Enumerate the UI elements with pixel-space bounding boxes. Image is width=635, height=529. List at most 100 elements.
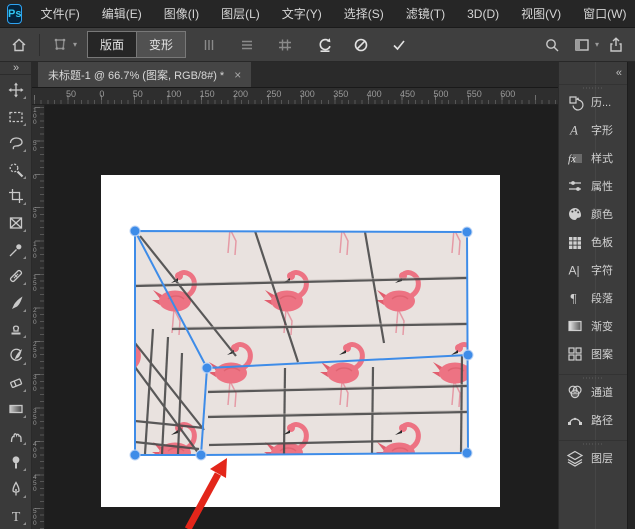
panel-button-gradients[interactable]: 渐变: [559, 312, 627, 340]
panel-button-history[interactable]: 历...: [559, 88, 627, 116]
chevron-down-icon[interactable]: ▾: [73, 40, 77, 49]
layers-icon: [566, 450, 584, 467]
workspace-button[interactable]: [569, 32, 595, 58]
smudge-icon: [10, 432, 22, 442]
svg-text:A: A: [569, 123, 578, 138]
character-icon: A|: [569, 264, 580, 278]
panel-button-paragraph[interactable]: ¶ 段落: [559, 284, 627, 312]
gradient-icon: [8, 404, 23, 414]
warp-control-point[interactable]: [461, 447, 473, 459]
panel-button-character[interactable]: A| 字符: [559, 256, 627, 284]
panel-label: 字符: [591, 265, 613, 277]
menu-bar: Ps 文件(F) 编辑(E) 图像(I) 图层(L) 文字(Y) 选择(S) 滤镜(T) 3D…: [0, 0, 635, 28]
panel-button-color[interactable]: 颜色: [559, 200, 627, 228]
paragraph-icon: ¶: [571, 291, 577, 306]
gradient-tool[interactable]: [3, 396, 29, 422]
warp-control-point[interactable]: [201, 362, 213, 374]
panel-button-paths[interactable]: 路径: [559, 406, 627, 434]
document-tab-bar: 未标题-1 @ 66.7% (图案, RGB/8#) * ×: [32, 62, 558, 88]
panel-label: 历...: [591, 97, 612, 109]
marquee-icon: [8, 111, 23, 122]
cancel-warp-button[interactable]: [348, 32, 374, 58]
menu-item[interactable]: 视图(V): [511, 1, 571, 26]
document-title: 未标题-1 @ 66.7% (图案, RGB/8#) *: [48, 69, 225, 82]
panel-button-channels[interactable]: 通道: [559, 378, 627, 406]
perspective-warp-tool-button[interactable]: [47, 32, 73, 58]
menu-item[interactable]: 滤镜(T): [396, 1, 455, 26]
warp-control-point[interactable]: [461, 226, 473, 238]
crop-tool[interactable]: [3, 183, 29, 209]
menu-item[interactable]: 图层(L): [211, 1, 270, 26]
menu-item[interactable]: 图像(I): [154, 1, 209, 26]
healing-brush-icon: [9, 270, 22, 283]
panel-button-layers[interactable]: 图层: [559, 444, 627, 472]
move-tool[interactable]: [3, 77, 29, 103]
warp-mode-button[interactable]: 变形: [136, 31, 187, 58]
undo-icon: [319, 37, 331, 52]
brush-icon: [11, 296, 22, 309]
ruler-label: 100: [166, 89, 182, 99]
panel-button-patterns[interactable]: 图案: [559, 340, 627, 368]
marquee-tool[interactable]: [3, 104, 29, 130]
home-button[interactable]: [6, 32, 32, 58]
panel-button-properties[interactable]: 属性: [559, 172, 627, 200]
ruler-label: 1 5 0: [33, 274, 37, 293]
menu-item[interactable]: 3D(D): [457, 3, 509, 25]
panel-label: 渐变: [591, 321, 613, 333]
dodge-icon: [12, 456, 19, 469]
menu-item[interactable]: 选择(S): [334, 1, 394, 26]
warp-control-point[interactable]: [129, 449, 141, 461]
canvas-scene[interactable]: [32, 105, 558, 529]
move-icon: [8, 82, 23, 98]
lasso-tool[interactable]: [3, 130, 29, 156]
layout-mode-button[interactable]: 版面: [87, 31, 137, 58]
svg-text:T: T: [11, 510, 20, 524]
type-tool[interactable]: T: [3, 503, 29, 529]
brush-tool[interactable]: [3, 290, 29, 316]
undo-warp-button[interactable]: [312, 32, 338, 58]
auto-horizontal-button[interactable]: [234, 32, 260, 58]
ruler-label: 200: [233, 89, 249, 99]
eyedropper-tool[interactable]: [3, 237, 29, 263]
auto-vertical-button[interactable]: [196, 32, 222, 58]
tool-strip: » T: [0, 62, 32, 529]
pen-tool[interactable]: [3, 476, 29, 502]
commit-warp-button[interactable]: [386, 32, 412, 58]
warp-control-point[interactable]: [195, 449, 207, 461]
chevron-down-icon[interactable]: ▾: [595, 40, 599, 49]
pattern-image[interactable]: [135, 231, 469, 456]
menu-item[interactable]: 窗口(W): [573, 1, 635, 26]
dock-edge-strip: [627, 62, 635, 529]
warp-control-point[interactable]: [129, 225, 141, 237]
canvas-area[interactable]: 1 0 0 5 0 0 5 0 1 0 0 1 5 0 2 0 0 2 5 0 3 0 0 3 5…: [32, 105, 558, 529]
expand-toolbar-button[interactable]: »: [0, 62, 31, 74]
eraser-tool[interactable]: [3, 370, 29, 396]
panel-button-styles[interactable]: fx 样式: [559, 144, 627, 172]
ruler-label: 350: [333, 89, 349, 99]
selection-brush-tool[interactable]: [3, 157, 29, 183]
panel-label: 段落: [591, 293, 613, 305]
panel-button-swatches[interactable]: 色板: [559, 228, 627, 256]
frame-tool[interactable]: [3, 210, 29, 236]
menu-item[interactable]: 文字(Y): [272, 1, 332, 26]
document-tab[interactable]: 未标题-1 @ 66.7% (图案, RGB/8#) * ×: [38, 62, 252, 87]
search-button[interactable]: [539, 32, 565, 58]
close-tab-icon[interactable]: ×: [234, 69, 241, 81]
history-brush-tool[interactable]: [3, 343, 29, 369]
collapse-panels-button[interactable]: «: [559, 62, 627, 84]
menu-item[interactable]: 文件(F): [30, 1, 89, 26]
healing-brush-tool[interactable]: [3, 263, 29, 289]
menu-item[interactable]: 编辑(E): [92, 1, 152, 26]
smudge-tool[interactable]: [3, 423, 29, 449]
share-button[interactable]: [603, 32, 629, 58]
dodge-tool[interactable]: [3, 449, 29, 475]
warp-control-point[interactable]: [462, 349, 474, 361]
properties-icon: [569, 181, 581, 191]
clone-stamp-tool[interactable]: [3, 316, 29, 342]
auto-both-button[interactable]: [272, 32, 298, 58]
type-icon: T: [11, 510, 20, 524]
panel-button-glyphs[interactable]: A 字形: [559, 116, 627, 144]
vertical-ruler: 1 0 0 5 0 0 5 0 1 0 0 1 5 0 2 0 0 2 5 0 3 0 0 3 5…: [32, 105, 45, 529]
ruler-label: 400: [366, 89, 382, 99]
grid-icon: [279, 39, 292, 50]
